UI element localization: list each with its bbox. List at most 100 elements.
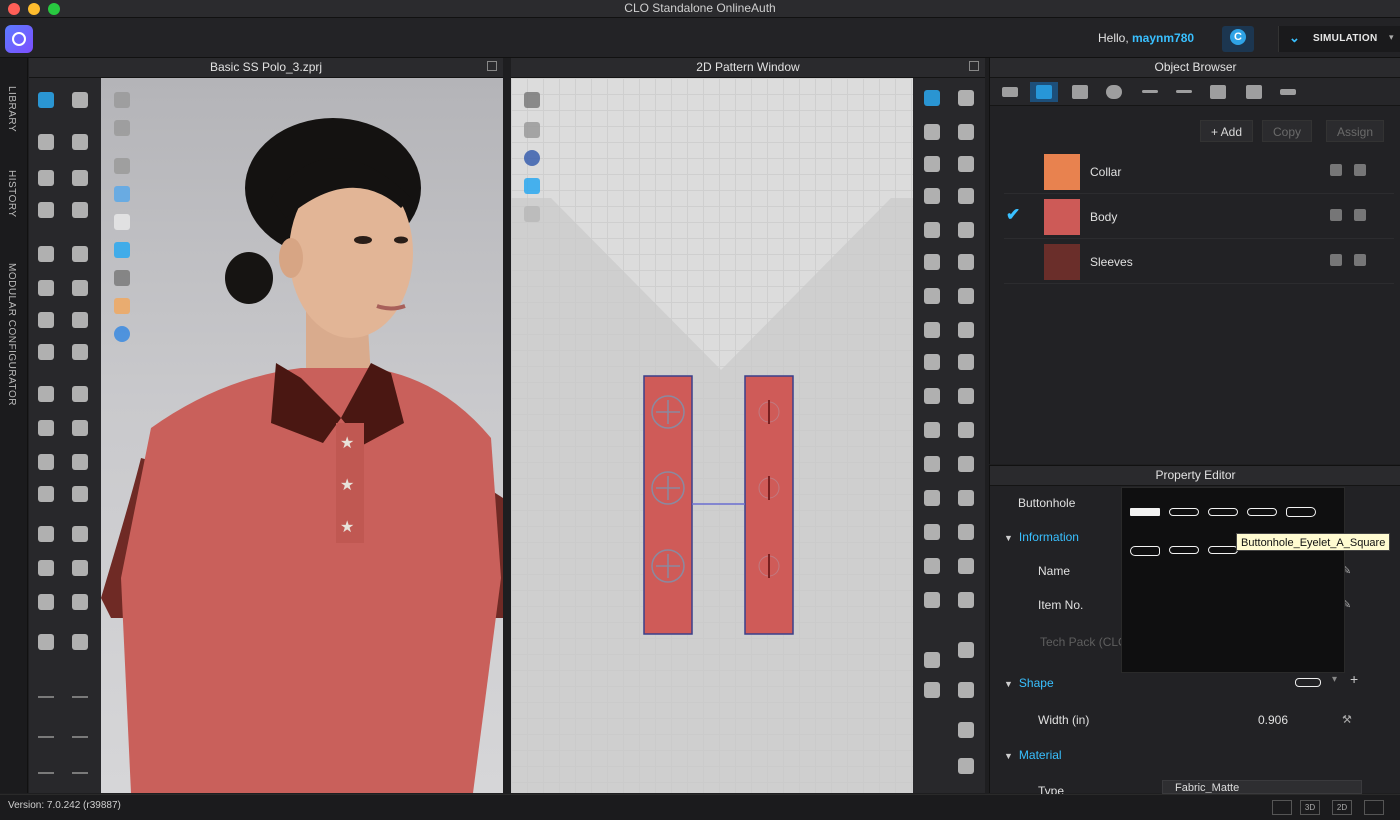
dropdown-arrow-icon[interactable]: ▾: [1332, 674, 1337, 685]
buttonhole-style-option[interactable]: [1130, 546, 1160, 556]
segment-sewing-tool[interactable]: [953, 86, 979, 110]
buttonhole-style-option[interactable]: [1208, 508, 1238, 516]
tape-tab-icon[interactable]: [1274, 82, 1302, 102]
clo-cloud-button[interactable]: [1222, 26, 1254, 52]
buttonhole-style-option[interactable]: [1169, 508, 1199, 516]
graphic-tool[interactable]: [67, 382, 93, 406]
assign-button[interactable]: Assign: [1326, 120, 1385, 142]
garment-tool-3[interactable]: [33, 308, 59, 332]
pattern-trim-tool[interactable]: [953, 350, 979, 374]
expand-more-icon[interactable]: [67, 754, 93, 778]
buttonhole-style-option[interactable]: [1247, 508, 1277, 516]
pattern-lock-icon[interactable]: [519, 202, 545, 226]
internal-polygon-tool[interactable]: [919, 350, 945, 374]
expand-more-icon[interactable]: [67, 718, 93, 742]
trim-tool[interactable]: [33, 590, 59, 614]
gear-icon[interactable]: [953, 754, 979, 778]
garment-tool-4[interactable]: [33, 340, 59, 364]
internal-rectangle-tool[interactable]: [919, 384, 945, 408]
brush-tool[interactable]: [67, 166, 93, 190]
texture-tool[interactable]: [67, 416, 93, 440]
tab-library[interactable]: LIBRARY: [6, 86, 17, 132]
m-n-sewing-tool[interactable]: [953, 152, 979, 176]
expand-more-icon[interactable]: [33, 678, 59, 702]
fit-tool[interactable]: [67, 242, 93, 266]
transform-pattern-tool[interactable]: [919, 86, 945, 110]
expand-more-icon[interactable]: [67, 678, 93, 702]
ribbon-tool[interactable]: [953, 638, 979, 662]
view-3d-button[interactable]: 3D: [1300, 800, 1320, 815]
iron-tool[interactable]: [67, 198, 93, 222]
strengthen-tool[interactable]: [67, 340, 93, 364]
fabric-add-icon[interactable]: [1354, 209, 1366, 221]
buttonhole-tool[interactable]: [67, 482, 93, 506]
buttonhole-style-option[interactable]: [1208, 546, 1238, 554]
tape-tool[interactable]: [67, 556, 93, 580]
fabric-add-icon[interactable]: [1354, 164, 1366, 176]
username-link[interactable]: maynm780: [1132, 31, 1194, 45]
annotation-tool[interactable]: [953, 678, 979, 702]
tab-modular-configurator[interactable]: MODULAR CONFIGURATOR: [6, 263, 17, 406]
pattern-display-icon[interactable]: [519, 88, 545, 112]
type-select[interactable]: Fabric_Matte: [1162, 780, 1362, 794]
cut-sew-tool[interactable]: [919, 250, 945, 274]
pattern-fabric-icon[interactable]: [519, 174, 545, 198]
info-icon[interactable]: [519, 146, 545, 170]
pattern-fit-tool[interactable]: [953, 318, 979, 342]
buttonhole-style-option[interactable]: [1130, 508, 1160, 516]
buttonhole-style-option[interactable]: [1286, 507, 1316, 517]
transform-tool[interactable]: [33, 198, 59, 222]
add-button[interactable]: + Add: [1200, 120, 1254, 142]
view-2d-button[interactable]: 2D: [1332, 800, 1352, 815]
dart-tool[interactable]: [919, 418, 945, 442]
popout-icon[interactable]: [487, 61, 497, 71]
wrench-icon[interactable]: ⚒: [1342, 713, 1354, 726]
fabric-row-sleeves[interactable]: Sleeves: [1004, 240, 1394, 284]
steam-tool[interactable]: [67, 276, 93, 300]
lock-tool[interactable]: [67, 522, 93, 546]
section-material[interactable]: ▼ Material: [1004, 748, 1062, 762]
curve-point-tool[interactable]: [919, 152, 945, 176]
fabric-edit-icon[interactable]: [1330, 254, 1342, 266]
topstitch-tab-icon[interactable]: [1170, 82, 1198, 102]
add-point-tool[interactable]: [919, 218, 945, 242]
grading-tool[interactable]: [919, 554, 945, 578]
text-tool[interactable]: [919, 648, 945, 672]
select-mesh-tool[interactable]: [33, 88, 59, 112]
expand-more-icon[interactable]: [33, 754, 59, 778]
expand-more-icon[interactable]: [33, 718, 59, 742]
caret-down-icon[interactable]: ▾: [1389, 32, 1394, 43]
topstitch-tool[interactable]: [953, 418, 979, 442]
fabric-row-collar[interactable]: Collar: [1004, 150, 1394, 194]
simulation-button[interactable]: ⌄ SIMULATION ▾: [1278, 26, 1400, 52]
rectangle-tool[interactable]: [919, 318, 945, 342]
zipper-tab-icon[interactable]: [1204, 82, 1232, 102]
button-tab-icon[interactable]: [1100, 82, 1128, 102]
pressing-tool[interactable]: [953, 250, 979, 274]
graphic-tab-icon[interactable]: [1066, 82, 1094, 102]
zigzag-tool[interactable]: [953, 588, 979, 612]
puckering-tool[interactable]: [67, 590, 93, 614]
pin-tool[interactable]: [33, 416, 59, 440]
tack-tool[interactable]: [33, 450, 59, 474]
arrangement-tool[interactable]: [33, 382, 59, 406]
fabric-edit-icon[interactable]: [1330, 209, 1342, 221]
plus-icon[interactable]: +: [1350, 671, 1358, 687]
ruler-tool[interactable]: [919, 588, 945, 612]
needle-tool[interactable]: [33, 522, 59, 546]
measure-pattern-tool[interactable]: [953, 718, 979, 742]
notch-tool[interactable]: [919, 452, 945, 476]
elastic-tool[interactable]: [953, 554, 979, 578]
edit-point-tool[interactable]: [919, 120, 945, 144]
garment-tool-2[interactable]: [33, 276, 59, 300]
expand-view-icon[interactable]: [1364, 800, 1384, 815]
fabric-add-icon[interactable]: [1354, 254, 1366, 266]
pattern-shirt-icon[interactable]: [519, 118, 545, 142]
free-sewing-tool[interactable]: [953, 120, 979, 144]
move-tool[interactable]: [33, 130, 59, 154]
clo-logo-icon[interactable]: [5, 25, 33, 53]
measure-tool[interactable]: [33, 630, 59, 654]
shape-preview-icon[interactable]: [1295, 678, 1321, 687]
width-value[interactable]: 0.906: [1258, 713, 1288, 727]
buttonhole-tab-icon[interactable]: [1136, 82, 1164, 102]
